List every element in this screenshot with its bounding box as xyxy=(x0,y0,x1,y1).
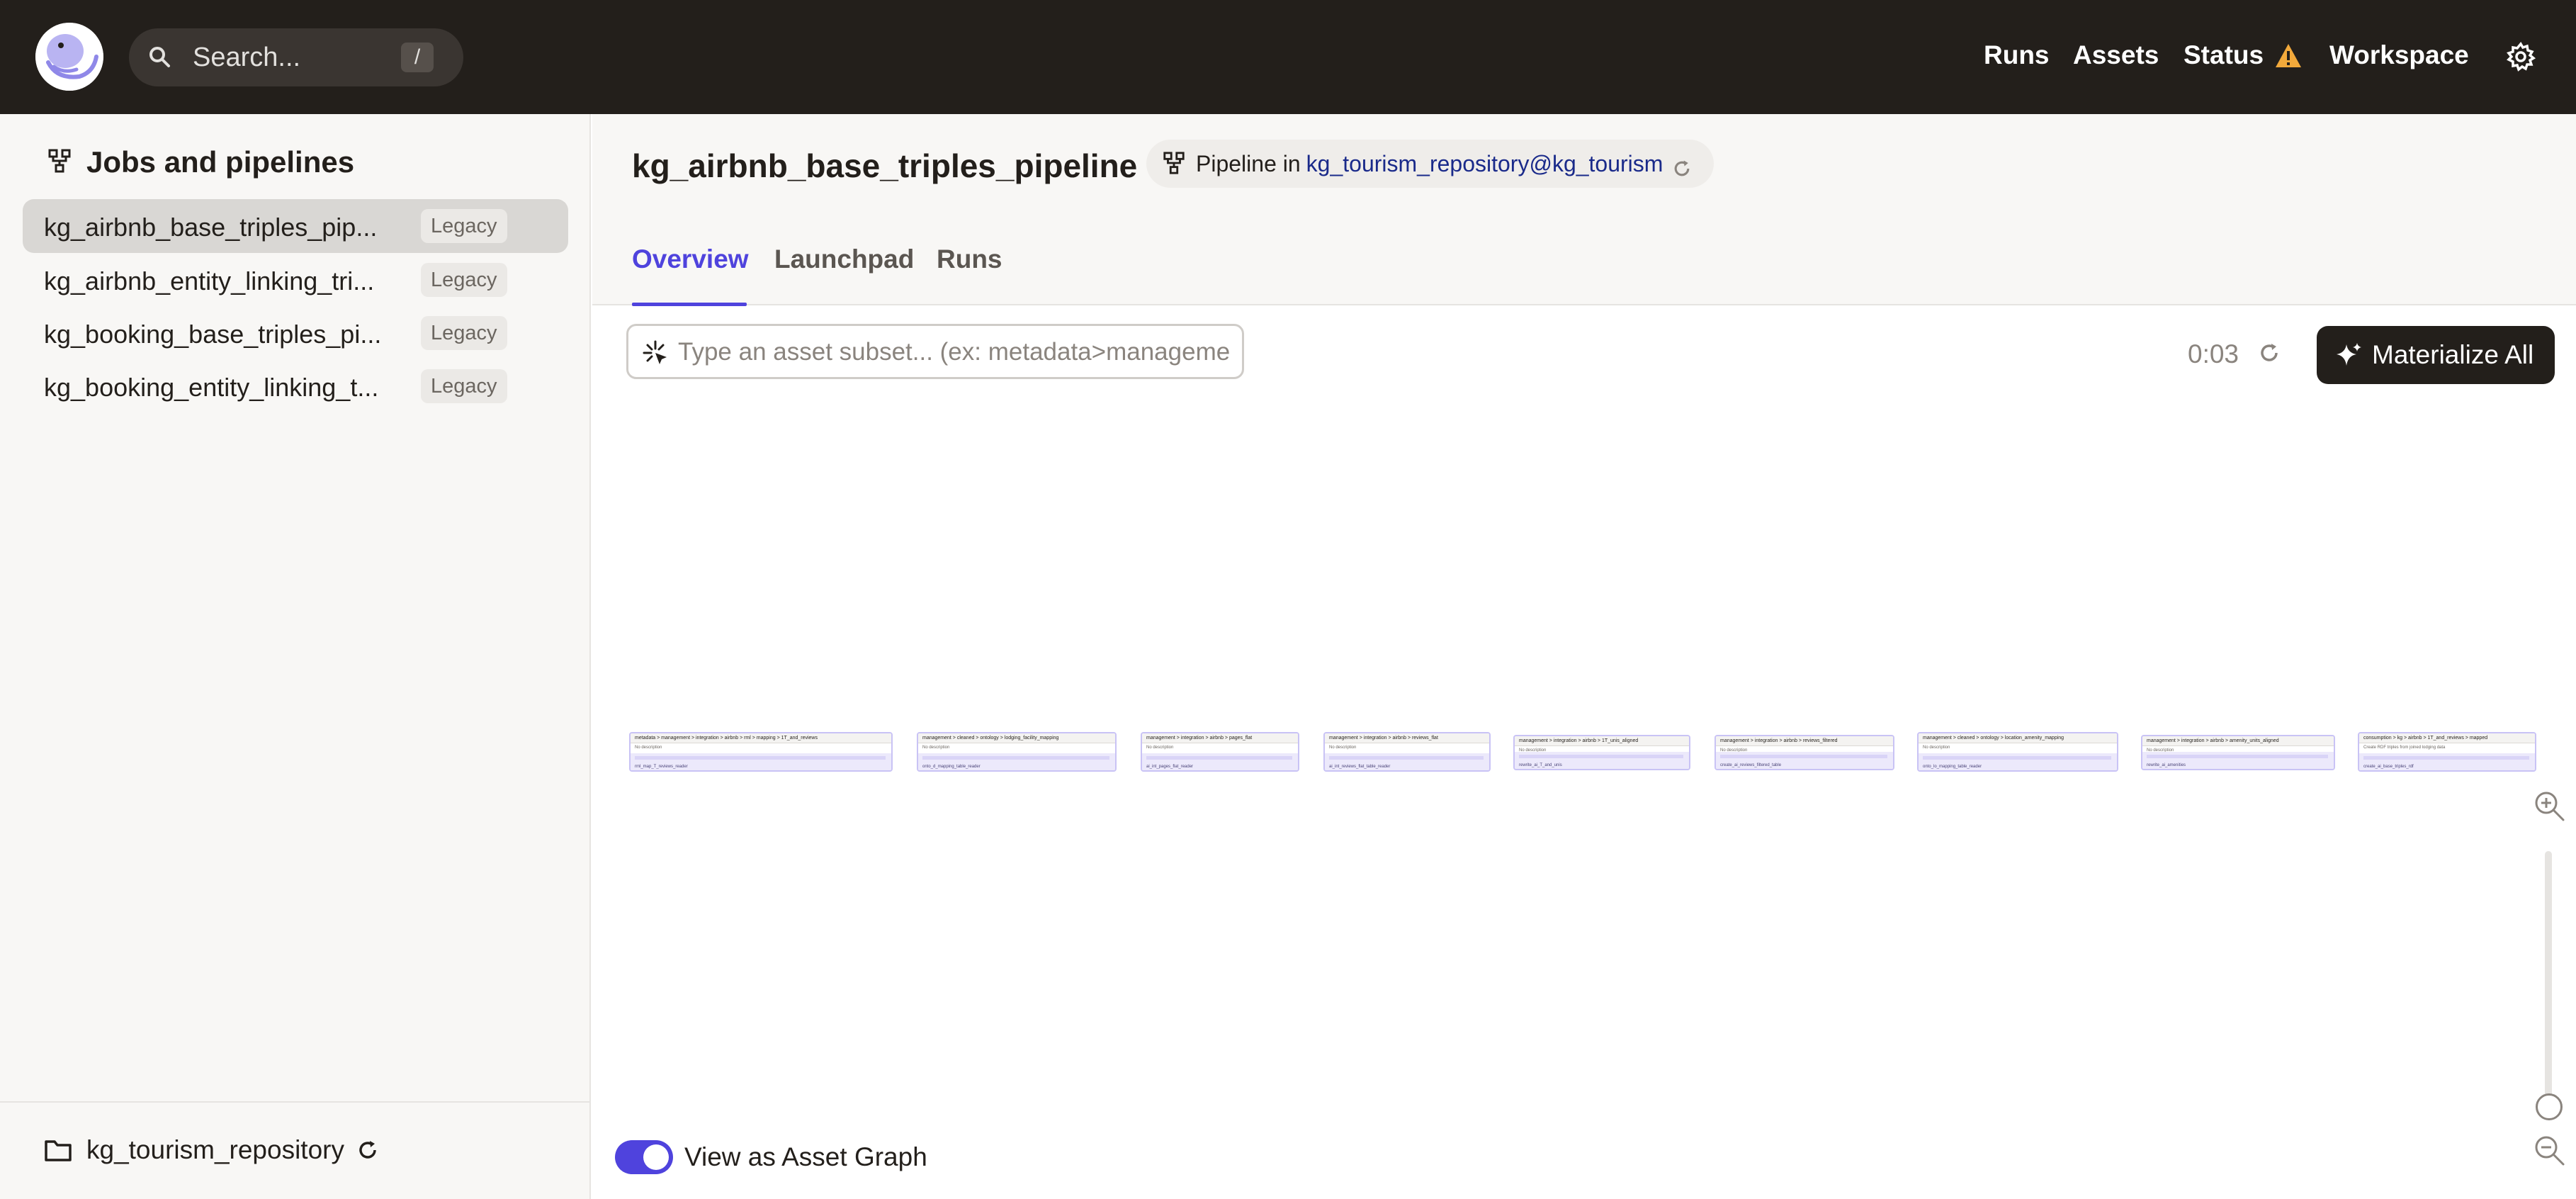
zoom-slider-track[interactable] xyxy=(2545,851,2552,1106)
toggle-knob xyxy=(643,1144,669,1170)
pipeline-icon xyxy=(1163,152,1185,174)
legacy-badge: Legacy xyxy=(421,369,507,403)
sidebar-item-kg-airbnb-entity-linking[interactable]: kg_airbnb_entity_linking_tri... Legacy xyxy=(23,253,568,307)
zoom-in-icon[interactable] xyxy=(2532,789,2566,823)
nav-link-runs[interactable]: Runs xyxy=(1984,40,2050,70)
chip-label: Pipeline in xyxy=(1196,151,1301,176)
asset-node-title: management > integration > airbnb > revi… xyxy=(1325,733,1489,743)
refresh-icon[interactable] xyxy=(2257,341,2281,365)
asset-node[interactable]: management > integration > airbnb > amen… xyxy=(2141,735,2335,770)
pipeline-location-chip: Pipeline in kg_tourism_repository@kg_tour… xyxy=(1146,140,1714,188)
asset-subset-field[interactable] xyxy=(678,334,1231,370)
asset-node-title: management > integration > airbnb > amen… xyxy=(2142,736,2334,746)
pipeline-icon xyxy=(48,149,71,173)
legacy-badge: Legacy xyxy=(421,209,507,243)
dagster-logo-icon[interactable] xyxy=(35,23,103,91)
search-placeholder: Search... xyxy=(193,43,301,72)
search-bar[interactable]: Search... / xyxy=(129,28,463,86)
search-icon xyxy=(149,47,170,67)
gear-icon[interactable] xyxy=(2505,41,2536,72)
sparkle-icon xyxy=(2337,343,2361,366)
legacy-badge: Legacy xyxy=(421,316,507,350)
asset-node-op: rml_map_T_reviews_reader xyxy=(635,765,688,769)
asset-node-title: management > integration > airbnb > 1T_u… xyxy=(1515,736,1689,746)
asset-selection-input[interactable] xyxy=(626,324,1244,379)
sidebar-item-kg-booking-base-triples[interactable]: kg_booking_base_triples_pi... Legacy xyxy=(23,306,568,360)
asset-node-op: ai_int_reviews_flat_table_reader xyxy=(1329,765,1391,769)
materialize-all-button[interactable]: Materialize All xyxy=(2317,326,2555,384)
asset-node-op: onto_d_mapping_table_reader xyxy=(922,765,981,769)
nav-link-assets[interactable]: Assets xyxy=(2073,40,2159,70)
sidebar-title: Jobs and pipelines xyxy=(86,145,355,179)
search-shortcut-key: / xyxy=(401,43,434,72)
materialize-all-label: Materialize All xyxy=(2372,340,2534,369)
asset-node-title: consumption > kg > airbnb > 1T_and_revie… xyxy=(2359,733,2535,743)
job-name: kg_airbnb_base_triples_pip... xyxy=(44,213,378,242)
zoom-slider-handle[interactable] xyxy=(2536,1093,2563,1120)
main-content: kg_airbnb_base_triples_pipeline Pipeline… xyxy=(592,114,2576,1199)
asset-node-op: onto_lo_mapping_table_reader xyxy=(1923,765,1982,769)
nav-link-status[interactable]: Status xyxy=(2184,40,2264,70)
asset-node-op: create_ai_base_triples_rdf xyxy=(2363,765,2414,769)
page-header: kg_airbnb_base_triples_pipeline Pipeline… xyxy=(592,114,2576,306)
asset-node[interactable]: management > integration > airbnb > page… xyxy=(1141,732,1299,772)
tab-overview[interactable]: Overview xyxy=(632,244,749,274)
sidebar-item-kg-booking-entity-linking[interactable]: kg_booking_entity_linking_t... Legacy xyxy=(23,359,568,413)
asset-node-title: management > cleaned > ontology > locati… xyxy=(1919,733,2117,743)
reload-icon[interactable] xyxy=(1671,158,1693,179)
asset-node-description: No description xyxy=(1923,745,1950,750)
job-name: kg_booking_entity_linking_t... xyxy=(44,373,379,402)
asset-node-title: management > cleaned > ontology > lodgin… xyxy=(918,733,1115,743)
asset-node-op: create_ai_reviews_filtered_table xyxy=(1720,763,1782,767)
asset-node[interactable]: consumption > kg > airbnb > 1T_and_revie… xyxy=(2358,732,2536,772)
page-title: kg_airbnb_base_triples_pipeline xyxy=(632,147,1138,184)
refresh-timer: 0:03 xyxy=(2188,339,2239,368)
asset-node-title: management > integration > airbnb > page… xyxy=(1142,733,1298,743)
zoom-out-icon[interactable] xyxy=(2532,1133,2566,1167)
asset-selection-icon xyxy=(643,340,667,364)
asset-node-description: Create RDF triples from joined lodging d… xyxy=(2363,745,2446,750)
repository-footer: kg_tourism_repository xyxy=(0,1101,591,1199)
asset-node-title: metadata > management > integration > ai… xyxy=(631,733,891,743)
asset-node-description: No description xyxy=(1146,745,1174,750)
job-name: kg_booking_base_triples_pi... xyxy=(44,320,382,349)
asset-node-description: No description xyxy=(635,745,662,750)
asset-node-op: rewrite_ai_T_and_unis xyxy=(1519,763,1562,767)
reload-icon[interactable] xyxy=(356,1138,380,1162)
repository-name[interactable]: kg_tourism_repository xyxy=(86,1135,344,1165)
warning-icon xyxy=(2276,44,2301,67)
asset-node[interactable]: metadata > management > integration > ai… xyxy=(629,732,893,772)
asset-node-op: ai_int_pages_flat_reader xyxy=(1146,765,1194,769)
tab-launchpad[interactable]: Launchpad xyxy=(774,244,914,274)
asset-node[interactable]: management > integration > airbnb > revi… xyxy=(1323,732,1491,772)
asset-node-description: No description xyxy=(1329,745,1357,750)
asset-node-title: management > integration > airbnb > revi… xyxy=(1716,736,1893,746)
asset-node[interactable]: management > integration > airbnb > 1T_u… xyxy=(1513,735,1690,770)
jobs-sidebar: Jobs and pipelines kg_airbnb_base_triple… xyxy=(0,114,591,1199)
asset-node-op: rewrite_ai_amenities xyxy=(2147,763,2186,767)
job-name: kg_airbnb_entity_linking_tri... xyxy=(44,266,375,295)
repository-link[interactable]: kg_tourism_repository@kg_tourism xyxy=(1306,151,1663,176)
tab-runs[interactable]: Runs xyxy=(937,244,1002,274)
nav-link-workspace[interactable]: Workspace xyxy=(2329,40,2469,70)
asset-node[interactable]: management > cleaned > ontology > locati… xyxy=(1917,732,2118,772)
folder-icon xyxy=(45,1140,72,1161)
asset-node-description: No description xyxy=(922,745,950,750)
top-navigation-bar: Search... / Runs Assets Status Workspace xyxy=(0,0,2576,114)
sidebar-item-kg-airbnb-base-triples[interactable]: kg_airbnb_base_triples_pip... Legacy xyxy=(23,199,568,253)
active-tab-indicator xyxy=(632,303,747,306)
asset-node[interactable]: management > integration > airbnb > revi… xyxy=(1714,735,1894,770)
asset-graph-toggle[interactable] xyxy=(615,1140,673,1174)
asset-graph-toggle-label[interactable]: View as Asset Graph xyxy=(684,1142,927,1172)
asset-node[interactable]: management > cleaned > ontology > lodgin… xyxy=(917,732,1117,772)
legacy-badge: Legacy xyxy=(421,263,507,297)
